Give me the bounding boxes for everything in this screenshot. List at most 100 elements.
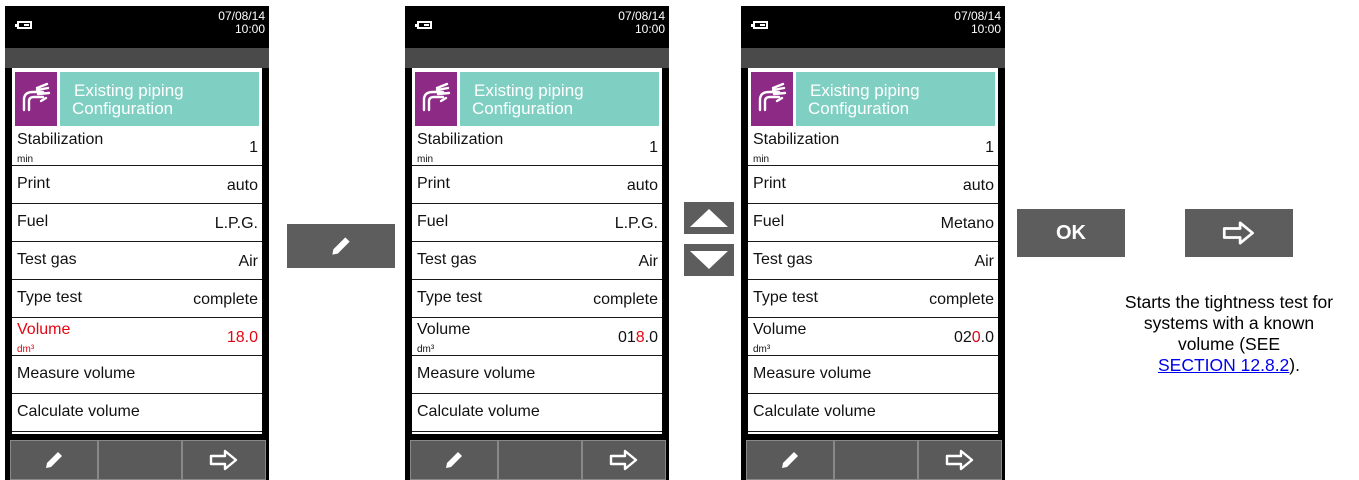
row-label: Type test xyxy=(417,289,482,306)
row-stabilization[interactable]: Stabilization min 1 xyxy=(748,128,998,166)
ok-button[interactable]: OK xyxy=(1017,209,1125,257)
panel-title: Existing piping Configuration xyxy=(60,72,259,126)
decrease-button[interactable] xyxy=(684,244,734,276)
row-measure-volume[interactable]: Measure volume xyxy=(12,356,262,394)
value-decimals: .0 xyxy=(980,329,994,346)
edit-button[interactable] xyxy=(287,224,395,268)
row-label: Calculate volume xyxy=(753,403,876,420)
increase-button[interactable] xyxy=(684,202,734,234)
row-unit: dm³ xyxy=(17,344,35,355)
triangle-down-icon xyxy=(690,251,728,269)
row-volume[interactable]: Volume dm³ 020.0 xyxy=(748,318,998,356)
panel-title-line2: Configuration xyxy=(472,99,574,118)
row-value: auto xyxy=(962,177,994,194)
row-value: L.P.G. xyxy=(214,215,258,232)
panel-header: Existing piping Configuration xyxy=(415,72,659,126)
row-label: Volume xyxy=(17,321,71,338)
pipe-hand-icon xyxy=(15,72,57,126)
device-screen-1: 07/08/14 10:00 Existing piping Configura… xyxy=(5,6,269,480)
row-value: 018.0 xyxy=(618,329,658,347)
device-screen-3: 07/08/14 10:00 Existing piping Configura… xyxy=(741,6,1005,480)
row-label: Volume xyxy=(753,321,807,338)
row-calculate-volume[interactable]: Calculate volume xyxy=(412,394,662,432)
row-fuel[interactable]: Fuel Metano xyxy=(748,204,998,242)
row-test-gas[interactable]: Test gas Air xyxy=(748,242,998,280)
row-measure-volume[interactable]: Measure volume xyxy=(748,356,998,394)
row-print[interactable]: Print auto xyxy=(748,166,998,204)
row-value: Metano xyxy=(940,215,994,232)
status-divider xyxy=(741,48,1005,68)
row-value: L.P.G. xyxy=(614,215,658,232)
edit-button[interactable] xyxy=(746,440,834,480)
row-calculate-volume[interactable]: Calculate volume xyxy=(748,394,998,432)
row-test-gas[interactable]: Test gas Air xyxy=(412,242,662,280)
arrow-right-icon xyxy=(209,449,238,471)
row-value: 1 xyxy=(249,139,258,156)
panel-title-line1: Existing piping xyxy=(474,81,584,100)
next-button[interactable] xyxy=(582,440,666,480)
row-volume[interactable]: Volume dm³ 018.0 xyxy=(412,318,662,356)
note-text: Starts the tightness test for systems wi… xyxy=(1124,292,1334,354)
row-print[interactable]: Print auto xyxy=(12,166,262,204)
row-label: Fuel xyxy=(753,213,785,230)
row-type-test[interactable]: Type test complete xyxy=(412,280,662,318)
row-fuel[interactable]: Fuel L.P.G. xyxy=(412,204,662,242)
section-link[interactable]: SECTION 12.8.2 xyxy=(1158,355,1289,375)
row-unit: min xyxy=(753,154,770,165)
row-label: Volume xyxy=(417,321,471,338)
row-label: Print xyxy=(17,175,50,192)
row-stabilization[interactable]: Stabilization min 1 xyxy=(412,128,662,166)
row-label: Print xyxy=(753,175,786,192)
blank-button[interactable] xyxy=(498,440,582,480)
panel-title: Existing piping Configuration xyxy=(796,72,995,126)
row-label: Stabilization xyxy=(17,131,104,148)
row-stabilization[interactable]: Stabilization min 1 xyxy=(12,128,262,166)
value-digits: 02 xyxy=(953,329,972,346)
blank-button[interactable] xyxy=(834,440,918,480)
row-value: complete xyxy=(593,291,658,308)
pipe-hand-icon xyxy=(751,72,793,126)
row-value: Air xyxy=(238,253,258,270)
row-value: complete xyxy=(929,291,994,308)
settings-panel: Existing piping Configuration Stabilizat… xyxy=(748,68,998,434)
instruction-note: Starts the tightness test for systems wi… xyxy=(1120,292,1338,376)
blank-button[interactable] xyxy=(98,440,182,480)
battery-icon xyxy=(751,21,768,29)
next-button[interactable] xyxy=(1185,209,1293,257)
time-label: 10:00 xyxy=(634,22,665,36)
row-label: Type test xyxy=(17,289,82,306)
row-label: Fuel xyxy=(417,213,449,230)
date-time: 07/08/14 10:00 xyxy=(218,10,265,36)
date-time: 07/08/14 10:00 xyxy=(954,10,1001,36)
panel-title-line2: Configuration xyxy=(808,99,910,118)
value-cursor-digit: 0 xyxy=(971,329,981,346)
edit-button[interactable] xyxy=(410,440,498,480)
next-button[interactable] xyxy=(182,440,266,480)
row-print[interactable]: Print auto xyxy=(412,166,662,204)
row-value: complete xyxy=(193,291,258,308)
pencil-icon xyxy=(46,452,62,468)
row-type-test[interactable]: Type test complete xyxy=(12,280,262,318)
settings-panel: Existing piping Configuration Stabilizat… xyxy=(412,68,662,434)
row-fuel[interactable]: Fuel L.P.G. xyxy=(12,204,262,242)
row-volume[interactable]: Volume dm³ 18.0 xyxy=(12,318,262,356)
row-type-test[interactable]: Type test complete xyxy=(748,280,998,318)
row-label: Measure volume xyxy=(753,365,872,382)
arrow-right-icon xyxy=(945,449,974,471)
row-value: auto xyxy=(226,177,258,194)
next-button[interactable] xyxy=(918,440,1002,480)
edit-button[interactable] xyxy=(10,440,98,480)
panel-header: Existing piping Configuration xyxy=(15,72,259,126)
row-unit: dm³ xyxy=(753,344,771,355)
row-value: Air xyxy=(974,253,994,270)
row-test-gas[interactable]: Test gas Air xyxy=(12,242,262,280)
bottom-toolbar xyxy=(741,440,1005,480)
row-unit: min xyxy=(17,154,34,165)
arrow-right-icon xyxy=(609,449,638,471)
panel-title-line1: Existing piping xyxy=(74,81,184,100)
row-calculate-volume[interactable]: Calculate volume xyxy=(12,394,262,432)
row-measure-volume[interactable]: Measure volume xyxy=(412,356,662,394)
battery-icon xyxy=(15,21,32,29)
row-label: Calculate volume xyxy=(417,403,540,420)
date-time: 07/08/14 10:00 xyxy=(618,10,665,36)
